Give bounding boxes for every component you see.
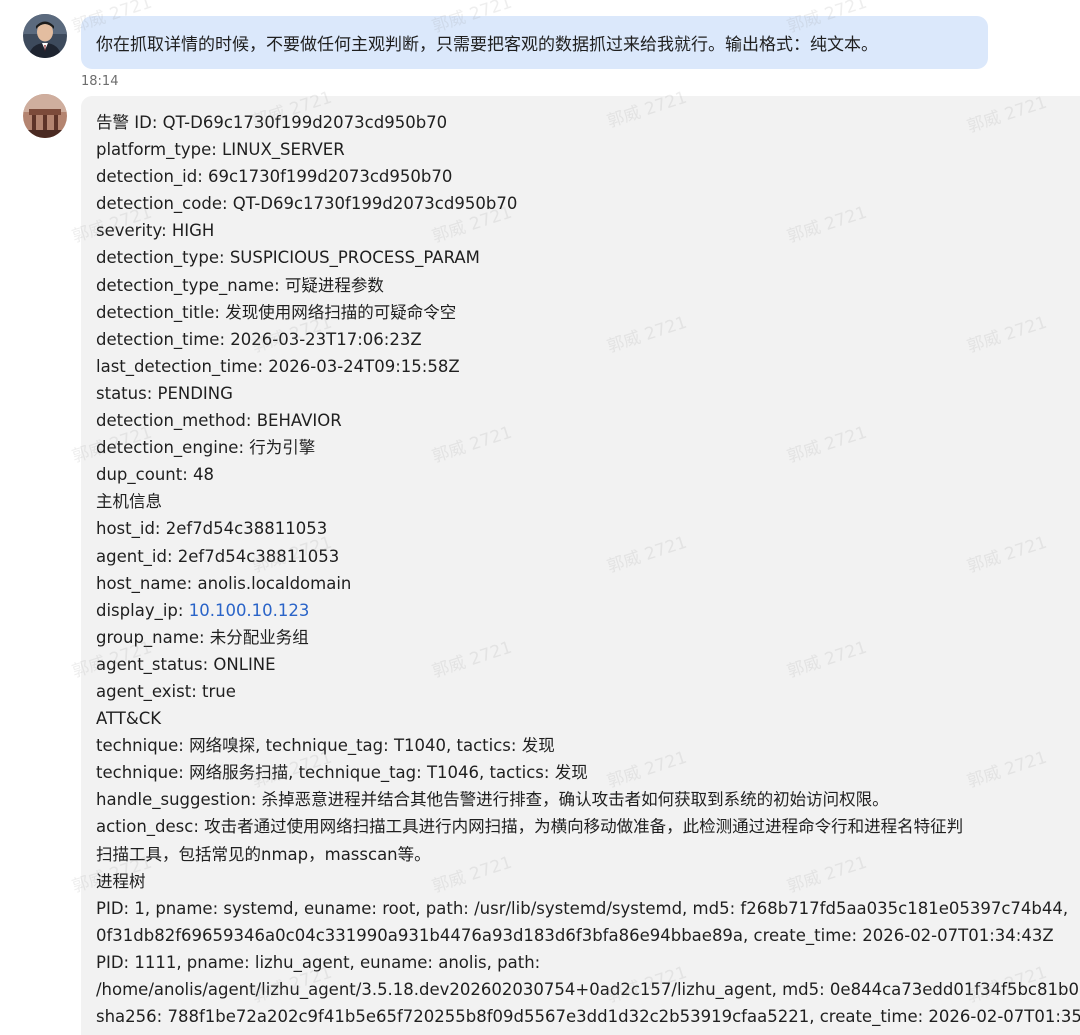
reply-line-technique-1: technique: 网络嗅探, technique_tag: T1040, t… (96, 736, 555, 756)
reply-line-handle-suggestion: handle_suggestion: 杀掉恶意进程并结合其他告警进行排查，确认攻… (96, 790, 889, 810)
display-ip-label: display_ip: (96, 600, 189, 620)
reply-line-platform-type: platform_type: LINUX_SERVER (96, 140, 345, 160)
message-timestamp: 18:14 (81, 74, 119, 89)
reply-line-host-name: host_name: anolis.localdomain (96, 573, 352, 593)
reply-line-display-ip: display_ip: 10.100.10.123 (96, 597, 1080, 624)
reply-line-host-info-heading: 主机信息 (96, 492, 162, 512)
reply-line-detection-engine: detection_engine: 行为引擎 (96, 438, 316, 458)
reply-line-agent-id: agent_id: 2ef7d54c38811053 (96, 546, 340, 566)
reply-line-action-desc: action_desc: 攻击者通过使用网络扫描工具进行内网扫描，为横向移动做准… (96, 817, 964, 837)
display-ip-link[interactable]: 10.100.10.123 (189, 601, 310, 620)
reply-line-process-tree-heading: 进程树 (96, 871, 146, 891)
assistant-message-bubble: 告警 ID: QT-D69c1730f199d2073cd950b70 plat… (81, 96, 1080, 1035)
reply-line-host-id: host_id: 2ef7d54c38811053 (96, 519, 328, 539)
reply-line-group-name: group_name: 未分配业务组 (96, 627, 309, 647)
reply-line-technique-2: technique: 网络服务扫描, technique_tag: T1046,… (96, 763, 588, 783)
reply-line-attack-heading: ATT&CK (96, 709, 162, 729)
reply-line-detection-time: detection_time: 2026-03-23T17:06:23Z (96, 329, 422, 349)
reply-line-alert-id: 告警 ID: QT-D69c1730f199d2073cd950b70 (96, 113, 448, 132)
reply-line-detection-code: detection_code: QT-D69c1730f199d2073cd95… (96, 194, 518, 214)
reply-line-status: status: PENDING (96, 383, 233, 403)
reply-line-detection-type: detection_type: SUSPICIOUS_PROCESS_PARAM (96, 248, 480, 268)
reply-line-severity: severity: HIGH (96, 221, 215, 241)
user-message-text: 你在抓取详情的时候，不要做任何主观判断，只需要把客观的数据抓过来给我就行。输出格… (96, 35, 878, 55)
reply-line-last-detection-time: last_detection_time: 2026-03-24T09:15:58… (96, 356, 460, 376)
reply-line-process-1: PID: 1, pname: systemd, euname: root, pa… (96, 898, 1069, 918)
bot-avatar-icon[interactable] (23, 94, 67, 138)
user-avatar-icon[interactable] (23, 14, 67, 58)
reply-line-process-2-hash: sha256: 788f1be72a202c9f41b5e65f720255b8… (96, 1007, 1080, 1027)
reply-line-agent-status: agent_status: ONLINE (96, 654, 276, 674)
reply-line-action-desc-cont: 扫描工具，包括常见的nmap，masscan等。 (96, 844, 431, 864)
reply-line-dup-count: dup_count: 48 (96, 465, 215, 485)
reply-line-detection-title: detection_title: 发现使用网络扫描的可疑命令空 (96, 302, 457, 322)
reply-line-process-2-path: /home/anolis/agent/lizhu_agent/3.5.18.de… (96, 980, 1079, 999)
reply-line-process-2: PID: 1111, pname: lizhu_agent, euname: a… (96, 952, 541, 972)
chat-window: 你在抓取详情的时候，不要做任何主观判断，只需要把客观的数据抓过来给我就行。输出格… (0, 0, 1080, 1035)
user-message-bubble: 你在抓取详情的时候，不要做任何主观判断，只需要把客观的数据抓过来给我就行。输出格… (81, 16, 988, 69)
reply-line-process-1-hash: 0f31db82f69659346a0c04c331990a931b4476a9… (96, 925, 1054, 945)
reply-line-agent-exist: agent_exist: true (96, 681, 236, 701)
reply-line-detection-method: detection_method: BEHAVIOR (96, 411, 342, 431)
reply-line-detection-type-name: detection_type_name: 可疑进程参数 (96, 275, 384, 295)
reply-line-detection-id: detection_id: 69c1730f199d2073cd950b70 (96, 167, 453, 187)
